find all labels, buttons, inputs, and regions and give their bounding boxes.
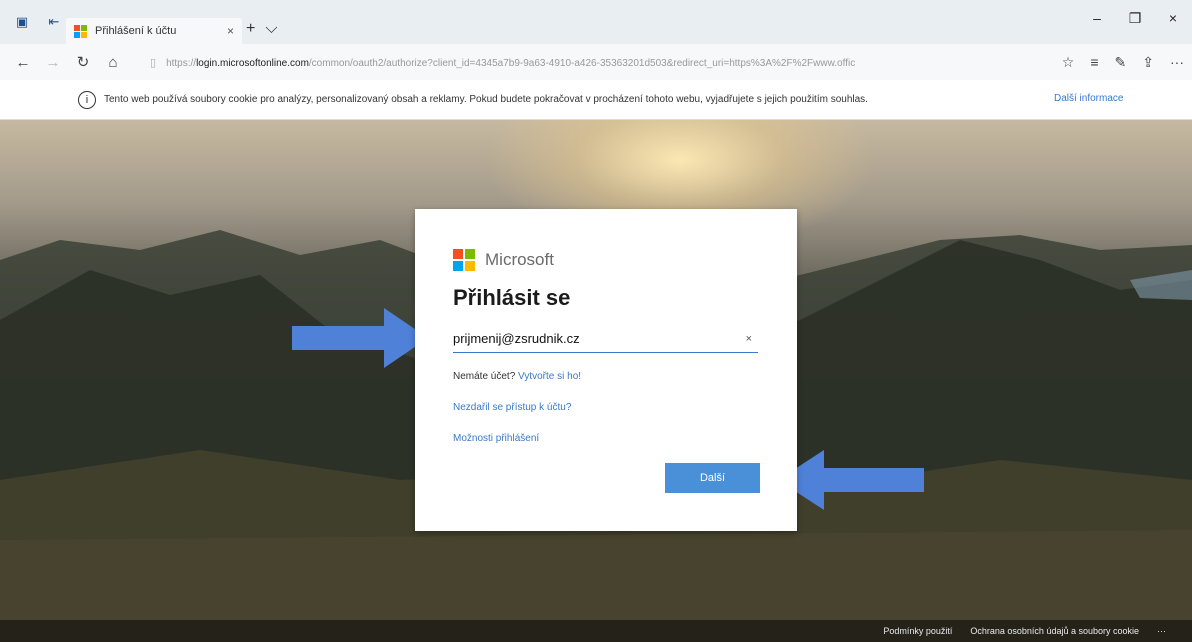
page-info-icon[interactable]: ▯ [150, 57, 156, 69]
web-note-pen-icon[interactable]: ✎ [1115, 54, 1127, 71]
more-menu-icon[interactable]: ··· [1170, 54, 1184, 71]
terms-of-use-link[interactable]: Podmínky použití [883, 626, 952, 636]
signin-options-link[interactable]: Možnosti přihlášení [453, 433, 539, 444]
create-account-link[interactable]: Vytvořte si ho! [518, 371, 581, 382]
clear-input-icon[interactable]: × [746, 333, 752, 345]
window-controls: – ❐ × [1078, 10, 1192, 27]
next-button[interactable]: Další [665, 463, 760, 493]
signin-card: Microsoft Přihlásit se × Nemáte účet? Vy… [415, 209, 797, 531]
set-aside-tabs-icon[interactable]: ⇤ [44, 13, 64, 31]
tab-title: Přihlášení k účtu [95, 25, 177, 37]
tab-preview-chevron-icon[interactable]: ⌵ [265, 20, 277, 38]
navigation-bar: ← → ↻ ⌂ ▯ https://login.microsoftonline.c… [0, 44, 1192, 80]
footer-more-icon[interactable]: ··· [1157, 626, 1166, 636]
cookie-notice-bar: i Tento web používá soubory cookie pro a… [0, 80, 1192, 120]
browser-window: ▣ ⇤ Přihlášení k účtu × + ⌵ – ❐ × ← → ↻ … [0, 0, 1192, 642]
page-title: Přihlásit se [453, 285, 571, 310]
no-account-text: Nemáte účet? [453, 371, 516, 382]
title-bar: ▣ ⇤ Přihlášení k účtu × + ⌵ – ❐ × [0, 0, 1192, 44]
tab-close-icon[interactable]: × [227, 24, 234, 38]
favorites-hub-icon[interactable]: ≡ [1090, 54, 1098, 71]
email-field[interactable] [453, 331, 723, 346]
email-arrow-annotation [292, 308, 428, 368]
close-window-icon[interactable]: × [1154, 10, 1192, 27]
favorite-star-icon[interactable]: ☆ [1062, 54, 1075, 71]
home-icon[interactable]: ⌂ [98, 54, 128, 71]
new-tab-icon[interactable]: + [246, 20, 255, 38]
cookie-notice-text: Tento web používá soubory cookie pro ana… [104, 94, 868, 105]
cant-access-account-link[interactable]: Nezdařil se přístup k účtu? [453, 402, 571, 413]
refresh-icon[interactable]: ↻ [68, 53, 98, 71]
url-path: /common/oauth2/authorize?client_id=4345a… [308, 57, 856, 69]
forward-icon[interactable]: → [38, 54, 68, 71]
tabs-aside-icon[interactable]: ▣ [12, 13, 32, 31]
url-domain: login.microsoftonline.com [196, 57, 309, 69]
privacy-cookies-link[interactable]: Ochrana osobních údajů a soubory cookie [970, 626, 1139, 636]
microsoft-logo-icon [453, 249, 475, 271]
tab-signin[interactable]: Přihlášení k účtu × [66, 18, 242, 44]
page-footer: Podmínky použití Ochrana osobních údajů … [0, 620, 1192, 642]
info-icon: i [78, 90, 96, 109]
cookie-more-info-link[interactable]: Další informace [1054, 93, 1123, 104]
no-account-row: Nemáte účet? Vytvořte si ho! [453, 371, 759, 382]
address-bar[interactable]: ▯ https://login.microsoftonline.com/commo… [150, 56, 950, 69]
minimize-icon[interactable]: – [1078, 10, 1116, 27]
share-icon[interactable]: ⇪ [1142, 54, 1154, 71]
email-field-row: × [453, 325, 758, 353]
back-icon[interactable]: ← [8, 54, 38, 71]
next-button-arrow-annotation [778, 450, 924, 510]
restore-icon[interactable]: ❐ [1116, 10, 1154, 27]
microsoft-favicon-icon [74, 24, 87, 38]
brand-header: Microsoft [453, 249, 759, 271]
brand-name: Microsoft [485, 250, 554, 269]
url-prefix: https:// [166, 57, 197, 69]
